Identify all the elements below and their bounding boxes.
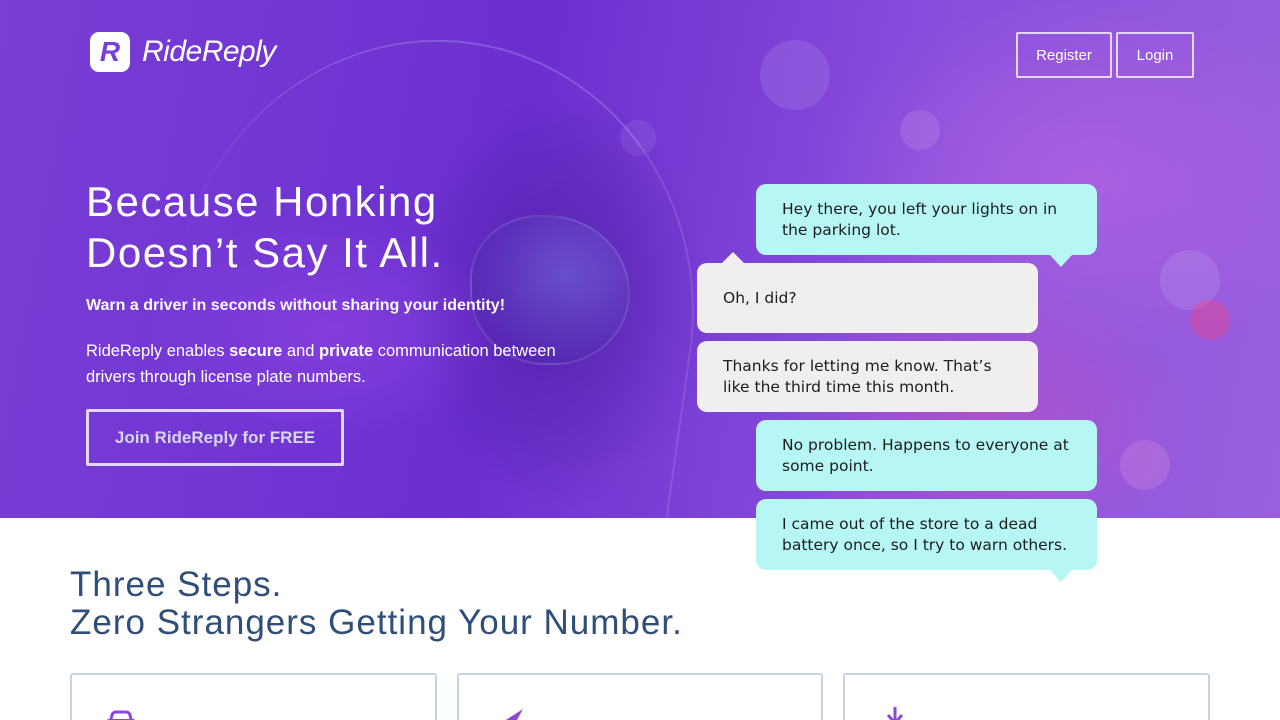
- step-card-1: [70, 673, 437, 720]
- top-nav: Register Login: [1016, 32, 1194, 78]
- description-bold-secure: secure: [229, 342, 283, 360]
- login-button[interactable]: Login: [1116, 32, 1194, 78]
- steps-title-line-2: Zero Strangers Getting Your Number.: [70, 603, 683, 642]
- description-bold-private: private: [319, 342, 374, 360]
- headline-line-1: Because Honking: [86, 178, 438, 225]
- chat-message: I came out of the store to a dead batter…: [782, 514, 1068, 554]
- logo-mark-icon: R: [90, 32, 130, 72]
- bokeh-light: [1160, 250, 1220, 310]
- chat-message: Oh, I did?: [723, 288, 797, 307]
- bubble-tail: [1050, 570, 1072, 582]
- chat-bubble-received: Thanks for letting me know. That’s like …: [697, 341, 1038, 412]
- bokeh-light: [1190, 300, 1230, 340]
- bokeh-light: [760, 40, 830, 110]
- description-text: RideReply enables: [86, 342, 230, 360]
- send-icon: [505, 709, 523, 720]
- description-text: and: [282, 342, 320, 360]
- car-icon: [107, 710, 135, 720]
- chat-bubble-sent: Hey there, you left your lights on in th…: [756, 184, 1097, 255]
- bubble-tail: [1050, 255, 1072, 267]
- chat-bubble-sent: No problem. Happens to everyone at some …: [756, 420, 1097, 491]
- join-free-button[interactable]: Join RideReply for FREE: [86, 409, 344, 466]
- headline-line-2: Doesn’t Say It All.: [86, 229, 444, 276]
- download-icon: [886, 707, 904, 720]
- brand-name: RideReply: [142, 35, 276, 68]
- chat-bubble-sent: I came out of the store to a dead batter…: [756, 499, 1097, 570]
- chat-message: No problem. Happens to everyone at some …: [782, 435, 1069, 475]
- hero-description: RideReply enables secure and private com…: [86, 338, 586, 390]
- bokeh-light: [900, 110, 940, 150]
- steps-section-title: Three Steps. Zero Strangers Getting Your…: [70, 566, 683, 642]
- bubble-tail: [722, 252, 744, 263]
- chat-message: Thanks for letting me know. That’s like …: [723, 356, 992, 396]
- steps-title-line-1: Three Steps.: [70, 565, 283, 604]
- brand-logo[interactable]: R RideReply: [90, 32, 276, 72]
- step-card-2: [457, 673, 823, 720]
- register-button[interactable]: Register: [1016, 32, 1112, 78]
- chat-message: Hey there, you left your lights on in th…: [782, 199, 1058, 239]
- bokeh-light: [1120, 440, 1170, 490]
- hero-headline: Because Honking Doesn’t Say It All.: [86, 176, 586, 278]
- hero-tagline: Warn a driver in seconds without sharing…: [86, 297, 506, 314]
- step-card-3: [843, 673, 1210, 720]
- chat-bubble-received: Oh, I did?: [697, 263, 1038, 333]
